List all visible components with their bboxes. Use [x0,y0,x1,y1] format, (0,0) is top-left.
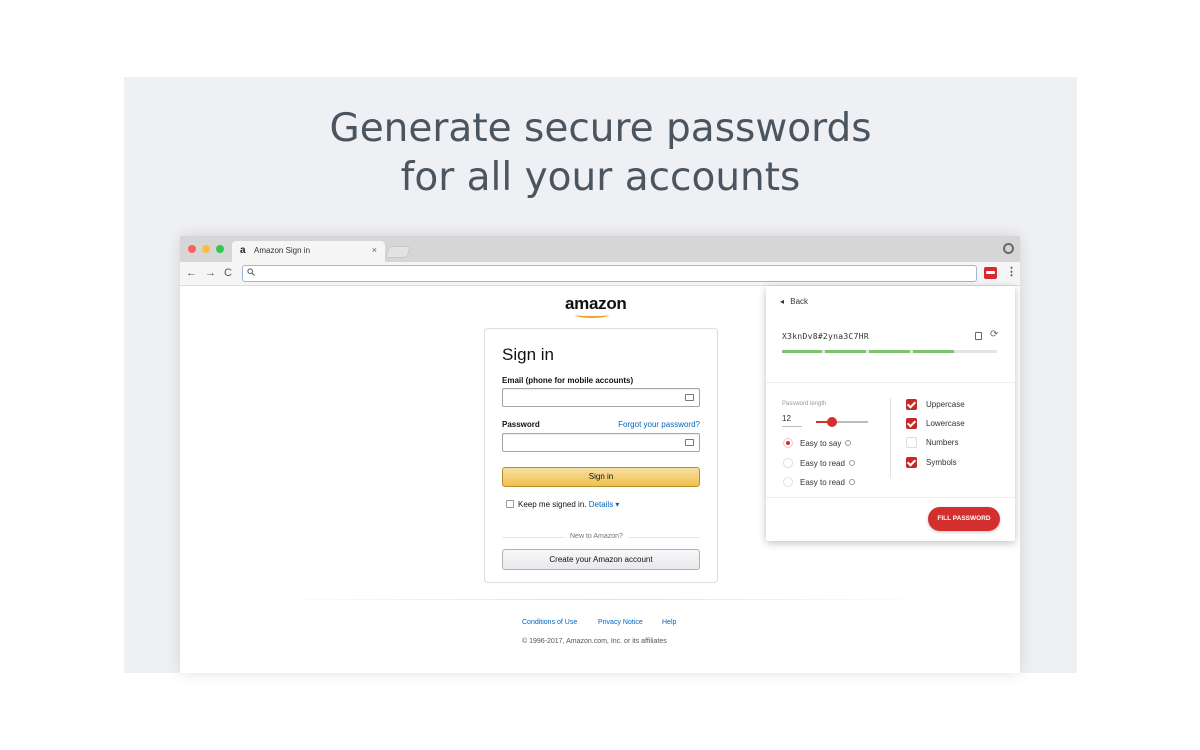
generated-password[interactable]: X3knDv8#2yna3C7HR [782,332,869,341]
password-generator-extension-icon[interactable] [984,267,997,279]
back-arrow-icon[interactable]: ← [186,267,197,279]
password-label: Password [502,420,540,429]
lowercase-checkbox[interactable] [906,418,917,429]
mode-label-easy-to-say: Easy to say [800,439,852,448]
back-button[interactable]: ◂ Back [780,297,808,306]
signin-button[interactable]: Sign in [502,467,700,487]
page-headline: Generate secure passwords for all your a… [124,104,1077,202]
create-account-button[interactable]: Create your Amazon account [502,549,700,570]
back-label: Back [790,297,809,306]
mode-radio-easy-to-say[interactable] [783,438,793,448]
browser-window: a Amazon Sign in × ← → C ⋮ amazon Sign i… [180,236,1020,673]
autofill-key-icon[interactable] [685,439,694,446]
new-tab-button[interactable] [384,246,412,258]
strength-segment [869,350,910,353]
lowercase-label: Lowercase [926,419,965,428]
amazon-smile-icon [575,312,609,318]
info-icon[interactable] [848,479,855,485]
copy-icon[interactable] [975,332,982,340]
slider-handle[interactable] [826,417,837,427]
strength-segment [913,350,954,353]
password-length-label: Password length [782,401,827,407]
password-length-underline [782,426,802,427]
amazon-favicon-icon: a [240,245,246,256]
conditions-of-use-link[interactable]: Conditions of Use [522,619,577,626]
strength-meter [782,350,997,353]
password-length-slider[interactable] [816,417,868,427]
new-to-amazon-text: New to Amazon? [565,533,628,540]
search-icon [247,268,255,276]
refresh-icon[interactable]: ⟳ [990,329,998,340]
panel-divider [766,382,1015,383]
browser-toolbar: ← → C ⋮ [180,262,1020,286]
help-link[interactable]: Help [662,619,676,626]
tab-title: Amazon Sign in [254,246,311,255]
strength-segment [782,350,822,353]
strength-segment [825,350,866,353]
email-field[interactable] [502,388,700,407]
mode-label-easy-to-read-2: Easy to read [800,478,855,487]
back-caret-icon: ◂ [780,297,785,306]
keep-signed-in-text: Keep me signed in. [518,500,587,509]
panel-divider [766,497,1015,498]
symbols-checkbox[interactable] [906,457,917,468]
uppercase-checkbox[interactable] [906,399,917,410]
mode-radio-easy-to-read[interactable] [783,458,793,468]
address-bar[interactable] [242,265,977,282]
amazon-page: amazon Sign in Email (phone for mobile a… [180,286,1020,673]
autofill-key-icon[interactable] [685,394,694,401]
numbers-label: Numbers [926,438,959,447]
password-field[interactable] [502,433,700,452]
forgot-password-link[interactable]: Forgot your password? [618,420,700,429]
details-caret-icon[interactable]: ▾ [615,500,619,509]
tab-bar: a Amazon Sign in × [180,236,1020,262]
profile-icon[interactable] [1003,243,1014,254]
privacy-notice-link[interactable]: Privacy Notice [598,619,643,626]
password-generator-panel: ◂ Back X3knDv8#2yna3C7HR ⟳ Password leng… [766,286,1015,541]
footer-divider [260,599,940,600]
reload-icon[interactable]: C [224,267,232,279]
minimize-window-button[interactable] [202,245,210,253]
keep-signed-in-checkbox[interactable] [506,500,514,508]
close-window-button[interactable] [188,245,196,253]
email-label: Email (phone for mobile accounts) [502,376,634,385]
copyright-text: © 1996-2017, Amazon.com, Inc. or its aff… [522,638,667,645]
mode-radio-easy-to-read-2[interactable] [783,477,793,487]
options-divider [890,398,891,478]
symbols-label: Symbols [926,458,957,467]
numbers-checkbox[interactable] [906,437,917,448]
browser-menu-icon[interactable]: ⋮ [1006,265,1017,278]
signin-card: Sign in Email (phone for mobile accounts… [484,328,718,583]
tab-close-icon[interactable]: × [372,245,377,255]
info-icon[interactable] [845,440,852,446]
headline-line-2: for all your accounts [400,155,801,200]
uppercase-label: Uppercase [926,400,965,409]
details-link[interactable]: Details [589,500,613,509]
fill-password-button[interactable]: FILL PASSWORD [928,507,1000,531]
tab-amazon-sign-in[interactable]: a Amazon Sign in × [232,241,385,262]
maximize-window-button[interactable] [216,245,224,253]
amazon-logo[interactable]: amazon [565,294,627,314]
headline-line-1: Generate secure passwords [329,106,872,151]
forward-arrow-icon[interactable]: → [205,267,216,279]
mode-label-easy-to-read: Easy to read [800,459,855,468]
signin-heading: Sign in [502,345,554,364]
info-icon[interactable] [848,460,855,466]
password-length-input[interactable]: 12 [782,414,791,423]
keep-signed-in-label: Keep me signed in. Details ▾ [518,500,619,509]
